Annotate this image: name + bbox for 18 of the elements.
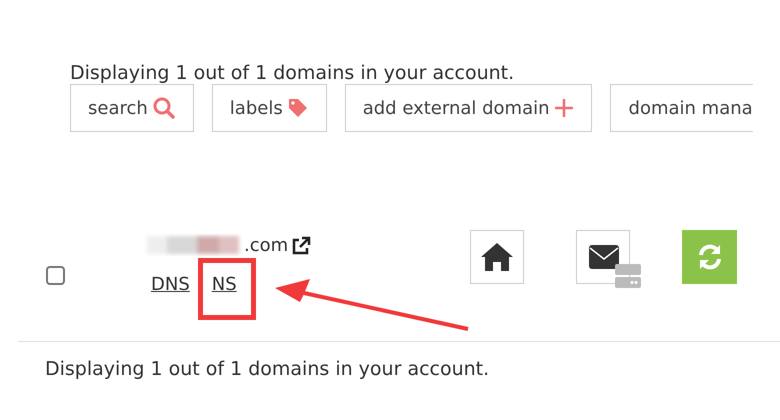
plus-icon xyxy=(554,98,574,118)
summary-text: Displaying 1 out of 1 domains in your account. xyxy=(45,357,490,382)
tag-icon xyxy=(286,97,309,119)
server-icon xyxy=(615,264,641,288)
domain-name[interactable]: .com xyxy=(244,232,288,259)
record-link[interactable]: NS xyxy=(212,274,237,295)
toolbar-button[interactable]: domain mana xyxy=(610,84,753,132)
toolbar-button[interactable]: labels xyxy=(212,84,327,132)
external-link-icon[interactable] xyxy=(291,236,312,256)
home-icon xyxy=(480,242,514,272)
home-button[interactable] xyxy=(470,230,524,284)
toolbar-button[interactable]: search xyxy=(70,84,194,132)
search-icon xyxy=(152,96,176,120)
checkbox[interactable] xyxy=(46,266,65,285)
mail-icon xyxy=(589,245,619,269)
record-link[interactable]: DNS xyxy=(151,274,190,295)
summary-text: Displaying 1 out of 1 domains in your account. xyxy=(70,64,514,83)
toolbar-button[interactable]: add external domain xyxy=(344,84,592,132)
